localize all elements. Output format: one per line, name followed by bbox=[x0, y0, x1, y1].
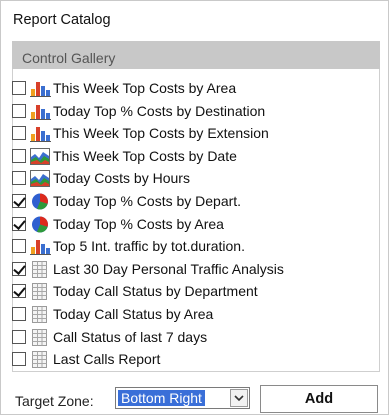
pie-chart-icon bbox=[32, 216, 48, 233]
list-item-label: Today Top % Costs by Destination bbox=[53, 102, 266, 119]
checkbox[interactable] bbox=[12, 148, 26, 163]
table-grid-icon bbox=[32, 260, 47, 278]
list-item-label: Last Calls Report bbox=[53, 351, 161, 368]
dropdown-arrow-button[interactable] bbox=[230, 389, 248, 407]
checkbox[interactable] bbox=[12, 81, 26, 95]
target-zone-value: Bottom Right bbox=[118, 390, 205, 406]
checkbox[interactable] bbox=[12, 171, 26, 186]
pie-chart-icon bbox=[32, 193, 48, 210]
checkbox-checked[interactable] bbox=[12, 194, 26, 208]
checkbox[interactable] bbox=[12, 239, 26, 254]
list-item-label: This Week Top Costs by Area bbox=[53, 80, 237, 96]
table-grid-icon bbox=[32, 328, 47, 346]
list-item-label: Today Top % Costs by Area bbox=[53, 215, 224, 232]
checkbox[interactable] bbox=[12, 307, 26, 321]
list-item-label: Today Costs by Hours bbox=[53, 170, 190, 187]
list-item[interactable]: Last Calls Report bbox=[12, 348, 160, 370]
list-item[interactable]: Last 30 Day Personal Traffic Analysis bbox=[12, 258, 284, 280]
list-item[interactable]: Call Status of last 7 days bbox=[12, 326, 207, 348]
checkbox-checked[interactable] bbox=[12, 284, 26, 299]
list-item[interactable]: Today Costs by Hours bbox=[12, 167, 190, 189]
list-item[interactable]: This Week Top Costs by Date bbox=[12, 145, 237, 167]
list-item-label: Top 5 Int. traffic by tot.duration. bbox=[53, 238, 245, 255]
bar-chart-icon bbox=[30, 82, 51, 97]
checkbox-checked[interactable] bbox=[12, 261, 26, 276]
area-chart-icon bbox=[30, 170, 50, 188]
list-item-label: Today Call Status by Department bbox=[53, 283, 258, 300]
checkbox[interactable] bbox=[12, 126, 26, 141]
list-item[interactable]: Today Call Status by Department bbox=[12, 280, 258, 302]
table-grid-icon bbox=[32, 283, 47, 301]
list-item[interactable]: This Week Top Costs by Area bbox=[12, 77, 236, 99]
list-item-label: Today Call Status by Area bbox=[53, 306, 214, 322]
target-zone-label: Target Zone: bbox=[15, 393, 94, 409]
list-item[interactable]: Top 5 Int. traffic by tot.duration. bbox=[12, 235, 245, 257]
list-item[interactable]: Today Call Status by Area bbox=[12, 303, 213, 325]
bar-chart-icon bbox=[30, 104, 51, 120]
target-zone-select[interactable]: Bottom Right bbox=[115, 387, 250, 409]
list-item-label: This Week Top Costs by Date bbox=[53, 147, 237, 164]
list-item[interactable]: Today Top % Costs by Area bbox=[12, 213, 224, 235]
panel-title: Report Catalog bbox=[13, 12, 111, 28]
area-chart-icon bbox=[30, 147, 50, 165]
bar-chart-icon bbox=[30, 127, 51, 143]
list-item[interactable]: This Week Top Costs by Extension bbox=[12, 122, 269, 144]
report-catalog-panel: Report Catalog Control Gallery This Week… bbox=[0, 0, 389, 415]
control-gallery-header: Control Gallery bbox=[12, 41, 380, 69]
list-item-label: Today Top % Costs by Depart. bbox=[53, 193, 242, 209]
checkbox[interactable] bbox=[12, 352, 26, 367]
list-item-label: Call Status of last 7 days bbox=[53, 328, 208, 345]
table-grid-icon bbox=[32, 306, 47, 323]
chevron-down-icon bbox=[234, 395, 244, 402]
list-item-label: This Week Top Costs by Extension bbox=[53, 125, 269, 142]
bar-chart-icon bbox=[30, 240, 51, 256]
checkbox-checked[interactable] bbox=[12, 216, 26, 231]
list-item[interactable]: Today Top % Costs by Depart. bbox=[12, 190, 241, 212]
checkbox[interactable] bbox=[12, 329, 26, 344]
table-grid-icon bbox=[32, 351, 47, 369]
list-item-label: Last 30 Day Personal Traffic Analysis bbox=[53, 260, 284, 277]
checkbox[interactable] bbox=[12, 103, 26, 118]
list-item[interactable]: Today Top % Costs by Destination bbox=[12, 100, 265, 122]
add-button[interactable]: Add bbox=[260, 385, 378, 413]
